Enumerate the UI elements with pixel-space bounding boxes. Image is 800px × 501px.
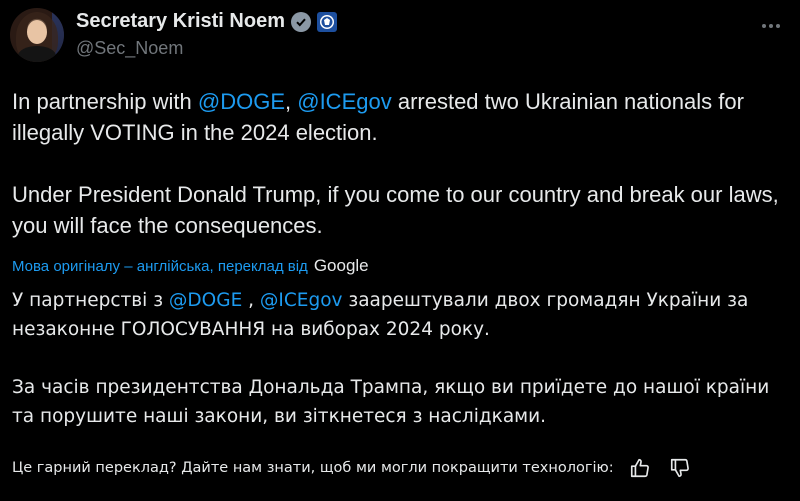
- tweet-paragraph-2: Under President Donald Trump, if you com…: [12, 182, 779, 238]
- translated-mention-icegov[interactable]: @ICEgov: [260, 290, 343, 311]
- feedback-prompt: Це гарний переклад? Дайте нам знати, щоб…: [12, 460, 614, 476]
- avatar[interactable]: [10, 8, 64, 62]
- mention-icegov[interactable]: @ICEgov: [297, 89, 391, 114]
- tweet-text: In partnership with @DOGE, @ICEgov arres…: [12, 86, 792, 241]
- translated-text: У партнерстві з @DOGE , @ICEgov заарешту…: [12, 286, 792, 431]
- mention-doge[interactable]: @DOGE: [198, 89, 285, 114]
- thumbs-up-icon[interactable]: [628, 456, 652, 480]
- thumbs-down-icon[interactable]: [668, 456, 692, 480]
- translated-paragraph-2: За часів президентства Дональда Трампа, …: [12, 377, 770, 427]
- translated-mention-doge[interactable]: @DOGE: [169, 290, 242, 311]
- name-row: Secretary Kristi Noem: [76, 10, 337, 33]
- translation-feedback: Це гарний переклад? Дайте нам знати, щоб…: [12, 455, 786, 481]
- feedback-actions: [628, 456, 692, 480]
- dhs-seal-icon[interactable]: [316, 11, 337, 32]
- tweet-paragraph-1: In partnership with @DOGE, @ICEgov arres…: [12, 89, 744, 145]
- translated-paragraph-1: У партнерстві з @DOGE , @ICEgov заарешту…: [12, 290, 749, 340]
- translation-note-text: Мова оригіналу – англійська, переклад ві…: [12, 257, 308, 275]
- tweet-header: Secretary Kristi Noem @Sec_Noem: [10, 6, 790, 62]
- more-options-icon[interactable]: [756, 14, 786, 38]
- verified-badge-icon[interactable]: [290, 11, 311, 32]
- handle[interactable]: @Sec_Noem: [76, 38, 183, 59]
- translation-note: Мова оригіналу – англійська, переклад ві…: [12, 256, 369, 276]
- google-logo: Google: [313, 256, 369, 275]
- display-name[interactable]: Secretary Kristi Noem: [76, 10, 285, 33]
